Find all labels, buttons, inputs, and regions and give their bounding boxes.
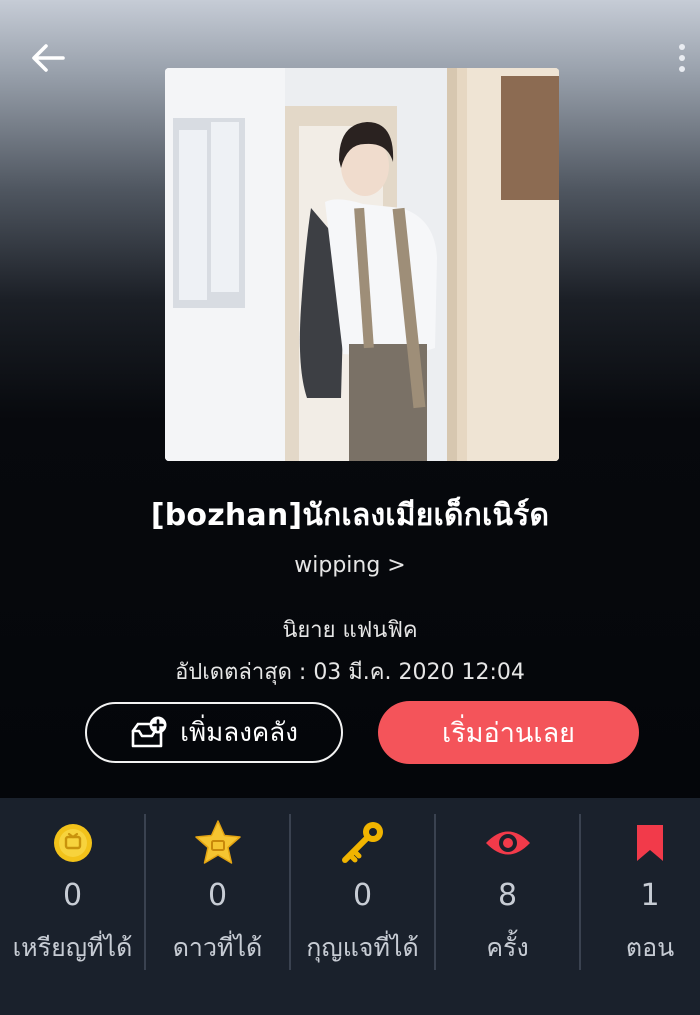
stars-label: ดาวที่ได้	[172, 933, 263, 962]
bookmark-icon	[637, 825, 663, 861]
story-title: [bozhan]นักเลงเมียเด็กเนิร์ด	[150, 498, 550, 533]
stars-count: 0	[207, 878, 228, 913]
stat-views: 8 ครั้ง	[435, 798, 580, 1015]
coin-icon	[53, 824, 92, 862]
stat-stars: 0 ดาวที่ได้	[145, 798, 290, 1015]
add-to-library-button[interactable]: เพิ่มลงคลัง	[85, 702, 343, 763]
more-options-button[interactable]	[670, 38, 694, 78]
keys-count: 0	[352, 878, 373, 913]
back-button[interactable]	[28, 38, 68, 78]
key-icon	[341, 822, 383, 863]
views-label: ครั้ง	[486, 933, 529, 962]
arrow-left-icon	[32, 44, 65, 72]
library-add-icon	[131, 716, 167, 747]
story-cover-image[interactable]	[165, 68, 559, 461]
start-reading-label: เริ่มอ่านเลย	[442, 718, 575, 749]
stat-keys: 0 กุญแจที่ได้	[290, 798, 435, 1015]
stat-coins: 0 เหรียญที่ได้	[0, 798, 145, 1015]
story-category: นิยาย แฟนฟิค	[282, 618, 418, 643]
eye-icon	[485, 831, 530, 855]
coins-label: เหรียญที่ได้	[12, 933, 133, 962]
keys-label: กุญแจที่ได้	[306, 933, 419, 962]
last-updated: อัปเดตล่าสุด : 03 มี.ค. 2020 12:04	[175, 660, 525, 685]
more-vertical-icon	[679, 44, 685, 50]
coins-count: 0	[62, 878, 83, 913]
start-reading-button[interactable]: เริ่มอ่านเลย	[378, 701, 639, 764]
stat-chapters: 1 ตอน	[580, 798, 700, 1015]
views-count: 8	[497, 878, 518, 913]
chapters-label: ตอน	[625, 933, 675, 962]
author-link[interactable]: wipping >	[0, 553, 700, 578]
chapters-count: 1	[640, 878, 660, 913]
add-to-library-label: เพิ่มลงคลัง	[180, 718, 298, 748]
star-icon	[194, 820, 241, 864]
stats-bar: 0 เหรียญที่ได้ 0 ดาวที่ได้ 0 กุญแจที่ได้	[0, 798, 700, 1015]
